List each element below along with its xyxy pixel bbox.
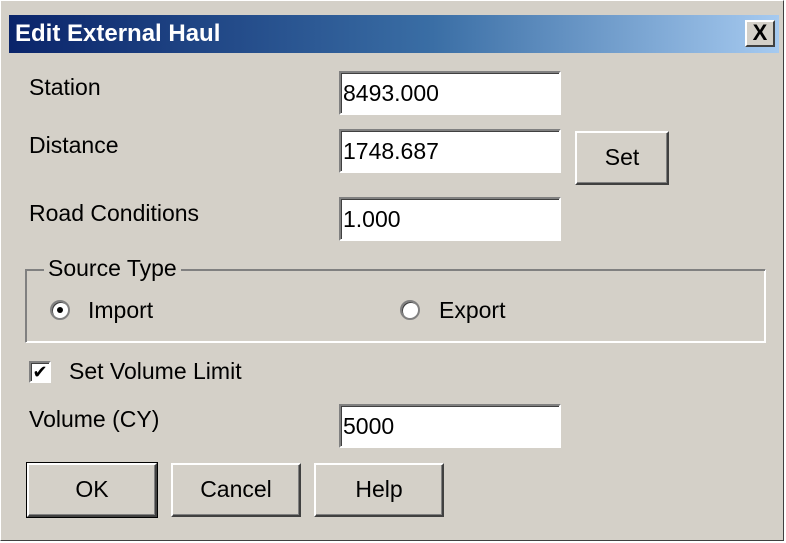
volume-label: Volume (CY) — [29, 406, 160, 432]
source-type-legend: Source Type — [44, 254, 181, 282]
station-input[interactable] — [339, 71, 561, 115]
ok-button[interactable]: OK — [26, 462, 158, 518]
title-bar[interactable]: Edit External Haul X — [9, 15, 779, 53]
dialog-title: Edit External Haul — [15, 20, 221, 47]
help-button[interactable]: Help — [314, 463, 444, 517]
volume-input[interactable] — [339, 404, 561, 448]
edit-external-haul-dialog: Edit External Haul X Station Distance Se… — [0, 0, 784, 541]
export-radio[interactable] — [400, 300, 420, 320]
close-button[interactable]: X — [745, 20, 775, 47]
source-type-group: Source Type Import Export — [25, 254, 766, 343]
close-icon: X — [752, 20, 768, 45]
station-label: Station — [29, 74, 101, 100]
distance-input[interactable] — [339, 129, 561, 173]
cancel-button[interactable]: Cancel — [171, 463, 301, 517]
set-button[interactable]: Set — [575, 131, 669, 185]
road-conditions-input[interactable] — [339, 197, 561, 241]
road-conditions-label: Road Conditions — [29, 200, 200, 226]
distance-label: Distance — [29, 132, 119, 158]
set-volume-limit-label[interactable]: Set Volume Limit — [69, 357, 242, 385]
export-radio-label[interactable]: Export — [439, 296, 505, 324]
radio-selected-dot — [57, 307, 63, 313]
import-radio[interactable] — [50, 300, 70, 320]
import-radio-label[interactable]: Import — [88, 296, 153, 324]
set-volume-limit-checkbox[interactable]: ✔ — [29, 361, 51, 383]
checkmark-icon: ✔ — [32, 362, 48, 382]
